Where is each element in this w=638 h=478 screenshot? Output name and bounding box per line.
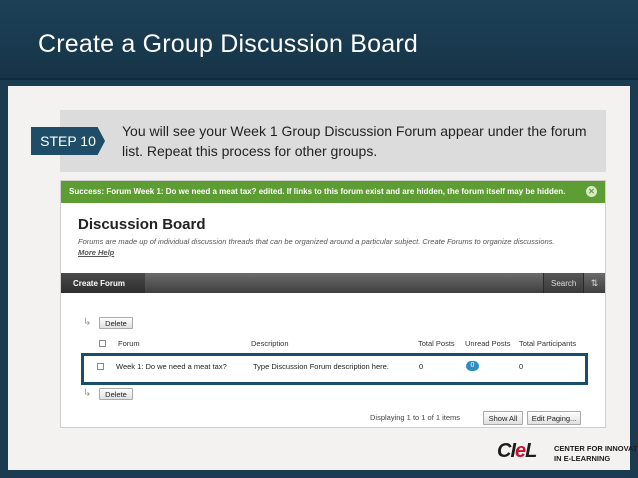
discussion-board-screenshot: Success: Forum Week 1: Do we need a meat… <box>60 180 606 428</box>
arrow-icon: ↳ <box>83 317 92 328</box>
logo-line-2: IN E-LEARNING <box>554 454 611 463</box>
close-icon[interactable]: ✕ <box>586 186 597 197</box>
paging-status: Displaying 1 to 1 of 1 items <box>370 413 461 422</box>
col-total-posts[interactable]: Total Posts <box>418 339 455 348</box>
success-message: Success: Forum Week 1: Do we need a meat… <box>69 187 566 196</box>
col-total-participants[interactable]: Total Participants <box>519 339 576 348</box>
board-title: Discussion Board <box>78 216 206 233</box>
arrow-icon: ↳ <box>83 388 92 399</box>
more-help-link[interactable]: More Help <box>78 247 598 258</box>
sort-icon[interactable]: ⇅ <box>583 273 605 293</box>
action-bar: Create Forum Search ⇅ <box>61 273 605 293</box>
search-button[interactable]: Search <box>543 273 583 293</box>
board-description: Forums are made up of individual discuss… <box>78 236 598 258</box>
slide-title: Create a Group Discussion Board <box>38 30 418 58</box>
step-badge: STEP 10 <box>31 127 105 155</box>
ciel-logo: CIeL CENTER FOR INNOVATION IN E-LEARNING <box>497 440 638 466</box>
row-description: Type Discussion Forum description here. <box>253 362 389 371</box>
row-total-posts: 0 <box>419 362 424 371</box>
success-banner: Success: Forum Week 1: Do we need a meat… <box>61 181 605 203</box>
create-forum-button[interactable]: Create Forum <box>61 273 145 293</box>
logo-mark-accent: e <box>515 440 526 462</box>
delete-button-top[interactable]: Delete <box>99 317 133 329</box>
row-unread-posts-badge[interactable]: 0 <box>466 361 479 371</box>
slide-header: Create a Group Discussion Board <box>0 0 638 80</box>
board-description-text: Forums are made up of individual discuss… <box>78 237 555 246</box>
logo-mark-prefix: CI <box>497 440 516 462</box>
row-forum-link[interactable]: Week 1: Do we need a meat tax? <box>116 362 227 371</box>
row-checkbox[interactable] <box>97 363 104 370</box>
select-all-checkbox[interactable] <box>99 340 106 347</box>
step-instructions: You will see your Week 1 Group Discussio… <box>122 123 587 159</box>
logo-line-1: CENTER FOR INNOVATION <box>554 444 638 453</box>
row-total-participants: 0 <box>519 362 524 371</box>
logo-mark: CIeL <box>497 440 537 463</box>
delete-button-bottom[interactable]: Delete <box>99 388 133 400</box>
show-all-button[interactable]: Show All <box>483 411 523 425</box>
logo-mark-suffix: L <box>525 440 537 462</box>
col-description[interactable]: Description <box>251 339 289 348</box>
col-forum[interactable]: Forum <box>118 339 140 348</box>
col-unread-posts[interactable]: Unread Posts <box>465 339 510 348</box>
edit-paging-button[interactable]: Edit Paging... <box>527 411 581 425</box>
